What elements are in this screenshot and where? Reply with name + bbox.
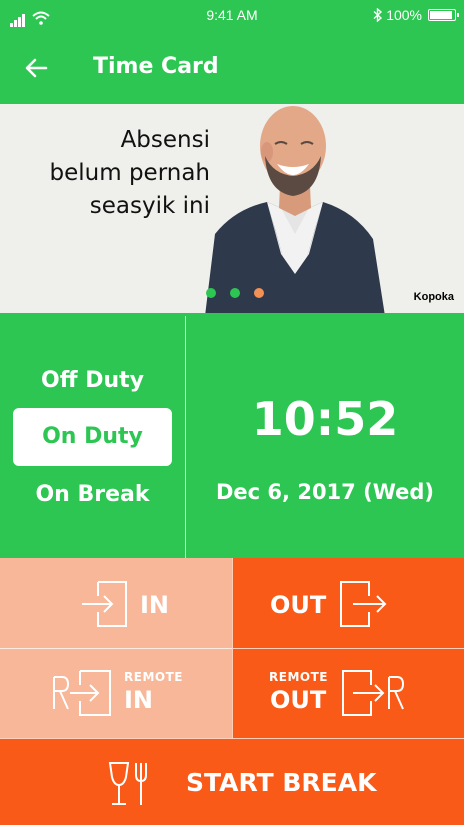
- promo-banner[interactable]: Absensi belum pernah seasyik ini Kopoka: [0, 104, 464, 316]
- clock-time: 10:52: [251, 392, 399, 446]
- clock-in-button[interactable]: IN: [0, 558, 232, 648]
- battery-percent: 100%: [386, 7, 422, 23]
- remote-out-small-label: REMOTE: [269, 670, 328, 684]
- status-panel: Off Duty On Duty On Break 10:52 Dec 6, 2…: [0, 316, 464, 558]
- remote-out-button[interactable]: REMOTE OUT: [232, 648, 464, 738]
- carousel-indicator: [206, 288, 264, 298]
- battery-icon: [428, 9, 459, 21]
- carousel-dot[interactable]: [206, 288, 216, 298]
- clock-date: Dec 6, 2017 (Wed): [216, 480, 434, 504]
- banner-headline-line3: seasyik ini: [89, 193, 210, 219]
- carousel-dot[interactable]: [230, 288, 240, 298]
- banner-headline: Absensi belum pernah seasyik ini: [20, 124, 210, 223]
- on-duty-option[interactable]: On Duty: [13, 408, 172, 466]
- off-duty-option[interactable]: Off Duty: [0, 368, 185, 393]
- remote-login-icon: [53, 670, 111, 716]
- app-header: Time Card: [0, 32, 464, 104]
- arrow-left-icon[interactable]: [22, 54, 50, 82]
- logout-icon: [340, 581, 387, 627]
- start-break-button[interactable]: START BREAK: [0, 738, 464, 825]
- clock-out-label: OUT: [270, 591, 327, 619]
- clock-in-label: IN: [140, 591, 170, 619]
- brand-logo: Kopoka: [413, 291, 454, 303]
- login-icon: [82, 581, 127, 627]
- remote-out-label: OUT: [270, 686, 327, 714]
- status-bar: 9:41 AM 100%: [0, 0, 464, 32]
- status-right: 100%: [373, 7, 459, 23]
- clock-out-button[interactable]: OUT: [232, 558, 464, 648]
- remote-in-label: IN: [124, 686, 154, 714]
- remote-in-button[interactable]: REMOTE IN: [0, 648, 232, 738]
- remote-in-small-label: REMOTE: [124, 670, 183, 684]
- start-break-label: START BREAK: [186, 768, 377, 797]
- page-title: Time Card: [93, 54, 219, 79]
- carousel-dot-active[interactable]: [254, 288, 264, 298]
- banner-headline-line1: Absensi: [120, 127, 210, 153]
- laughing-man-photo: [205, 106, 385, 313]
- banner-headline-line2: belum pernah: [49, 160, 210, 186]
- bluetooth-icon: [373, 8, 383, 22]
- on-break-option[interactable]: On Break: [0, 482, 185, 507]
- glass-fork-icon: [108, 762, 147, 805]
- remote-logout-icon: [342, 670, 405, 716]
